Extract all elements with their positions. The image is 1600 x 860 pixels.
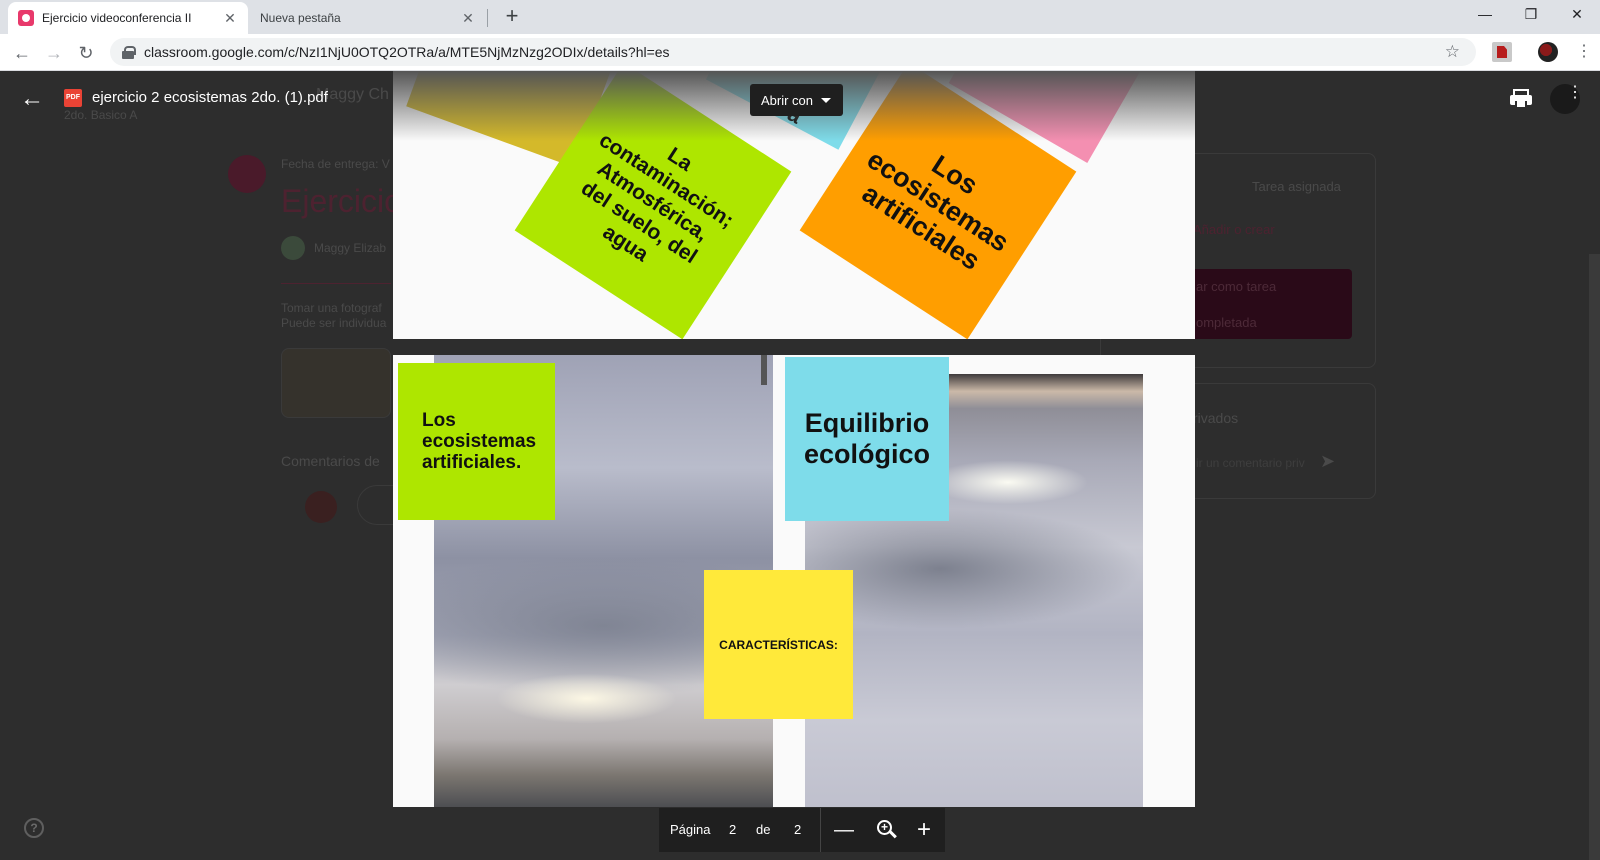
zoom-out-icon[interactable]: — (831, 817, 857, 843)
note-cyan-text: Equilibrio ecológico (803, 408, 931, 469)
note-cyan: Equilibrio ecológico (785, 357, 949, 521)
current-page[interactable]: 2 (729, 822, 736, 837)
author-name: Maggy Elizab (314, 241, 387, 255)
pdf-page-2: Los ecosistemas artificiales. Equilibrio… (393, 355, 1195, 807)
tab-close-icon[interactable]: ✕ (460, 10, 476, 27)
file-name: ejercicio 2 ecosistemas 2do. (1).pdf (92, 89, 328, 106)
attachment-thumbnail[interactable] (281, 348, 391, 418)
zoom-in-icon[interactable]: + (877, 820, 897, 840)
browser-tabbar: Ejercicio videoconferencia II ✕ Nueva pe… (0, 0, 1600, 34)
add-create-button[interactable]: Añadir o crear (1193, 222, 1275, 237)
title-divider (281, 283, 391, 284)
send-icon[interactable]: ➤ (1320, 451, 1335, 472)
mark-done-label-1: ar como tarea (1196, 279, 1277, 294)
note-green-text: La contaminación; Atmosférica, del suelo… (577, 128, 738, 268)
address-bar[interactable]: classroom.google.com/c/NzI1NjU0OTQ2OTRa/… (110, 38, 1476, 66)
viewer-avatar[interactable]: ⋮ (1550, 84, 1583, 114)
caret-down-icon (821, 97, 832, 103)
private-comments-label: rivados (1193, 410, 1239, 426)
open-with-label: Abrir con (761, 92, 814, 108)
total-pages: 2 (794, 822, 802, 837)
print-icon[interactable] (1510, 89, 1532, 109)
restore-button[interactable]: ❐ (1508, 0, 1554, 30)
tab-nueva-pestana[interactable]: Nueva pestaña ✕ (250, 2, 486, 34)
open-with-button[interactable]: Abrir con (750, 84, 843, 116)
tab-close-icon[interactable]: ✕ (222, 10, 238, 27)
browser-toolbar: ← → ↻ classroom.google.com/c/NzI1NjU0OTQ… (0, 34, 1600, 71)
note-yellow: CARACTERÍSTICAS: (704, 570, 853, 719)
tab-divider (487, 9, 488, 27)
tab-ejercicio[interactable]: Ejercicio videoconferencia II ✕ (8, 2, 248, 34)
pdf-extension-icon[interactable] (1492, 42, 1512, 62)
pager-divider (820, 808, 821, 852)
plus-icon[interactable]: + (911, 817, 937, 843)
assignment-title: Ejercicio (281, 183, 402, 219)
assignment-icon (228, 155, 266, 193)
note-yellow-text: CARACTERÍSTICAS: (719, 637, 838, 652)
more-vert-icon[interactable]: ⋮ (1567, 85, 1583, 101)
note-green-text: Los ecosistemas artificiales. (422, 410, 537, 473)
page-navigation: Página 2 de 2 — + + (659, 808, 945, 852)
star-icon[interactable]: ☆ (1445, 42, 1460, 62)
new-tab-button[interactable]: + (500, 5, 524, 29)
commenter-avatar (305, 491, 337, 523)
note-green: Los ecosistemas artificiales. (398, 363, 555, 520)
private-comment-input[interactable]: ir un comentario priv (1196, 456, 1305, 470)
instructions-line2: Puede ser individua (281, 316, 387, 330)
tab-title: Ejercicio videoconferencia II (42, 11, 192, 25)
due-date: Fecha de entrega: V (281, 157, 390, 171)
pdf-file-icon: PDF (64, 89, 82, 107)
of-label: de (756, 822, 771, 837)
minimize-button[interactable]: — (1462, 0, 1508, 30)
back-button[interactable]: ← (8, 39, 36, 67)
classroom-favicon-icon (18, 10, 34, 26)
comment-input[interactable] (357, 485, 397, 525)
reload-button[interactable]: ↻ (72, 39, 100, 67)
lock-icon (122, 46, 136, 59)
assignment-status: Tarea asignada (1252, 179, 1341, 194)
page-scrollbar[interactable] (1589, 254, 1600, 860)
instructions-line1: Tomar una fotograf (281, 301, 382, 315)
mark-done-label-2: ompletada (1196, 315, 1257, 330)
page-label: Página (670, 822, 711, 837)
photo-pole (761, 355, 767, 385)
note-orange-text: Los ecosistemas artificiales (857, 143, 1015, 276)
close-window-button[interactable]: ✕ (1554, 0, 1600, 30)
tab-title: Nueva pestaña (260, 11, 341, 25)
comments-label: Comentarios de (281, 453, 380, 469)
url-text: classroom.google.com/c/NzI1NjU0OTQ2OTRa/… (144, 44, 670, 60)
profile-avatar[interactable] (1538, 42, 1558, 62)
help-icon[interactable]: ? (24, 818, 44, 838)
chrome-menu-icon[interactable]: ⋮ (1576, 41, 1592, 61)
forward-button[interactable]: → (40, 39, 68, 67)
author-avatar (281, 236, 305, 260)
back-arrow-icon[interactable]: ← (20, 85, 48, 113)
